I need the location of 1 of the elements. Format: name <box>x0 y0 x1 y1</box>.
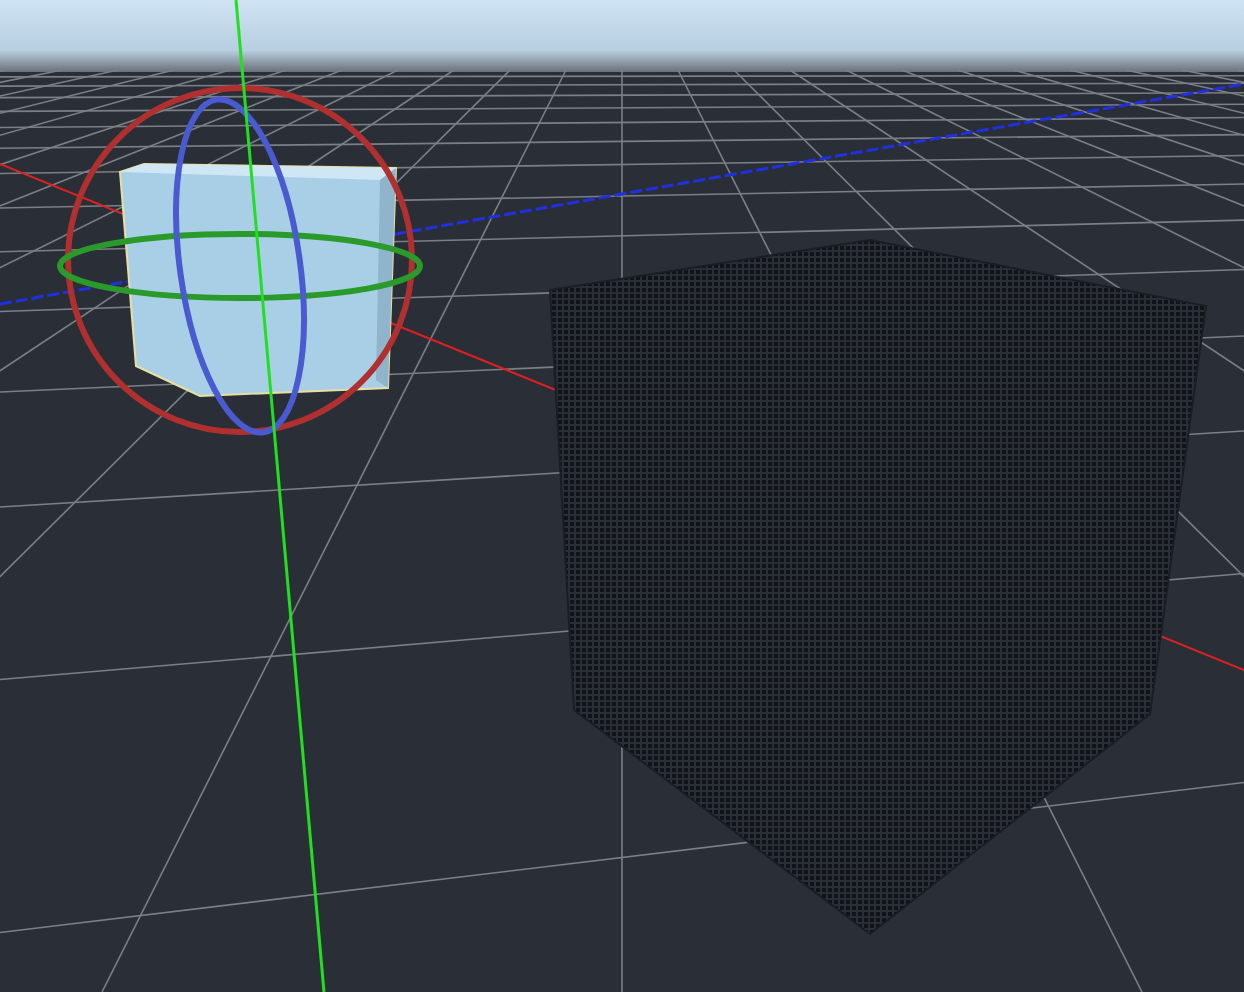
rotation-gizmo[interactable] <box>57 85 423 436</box>
